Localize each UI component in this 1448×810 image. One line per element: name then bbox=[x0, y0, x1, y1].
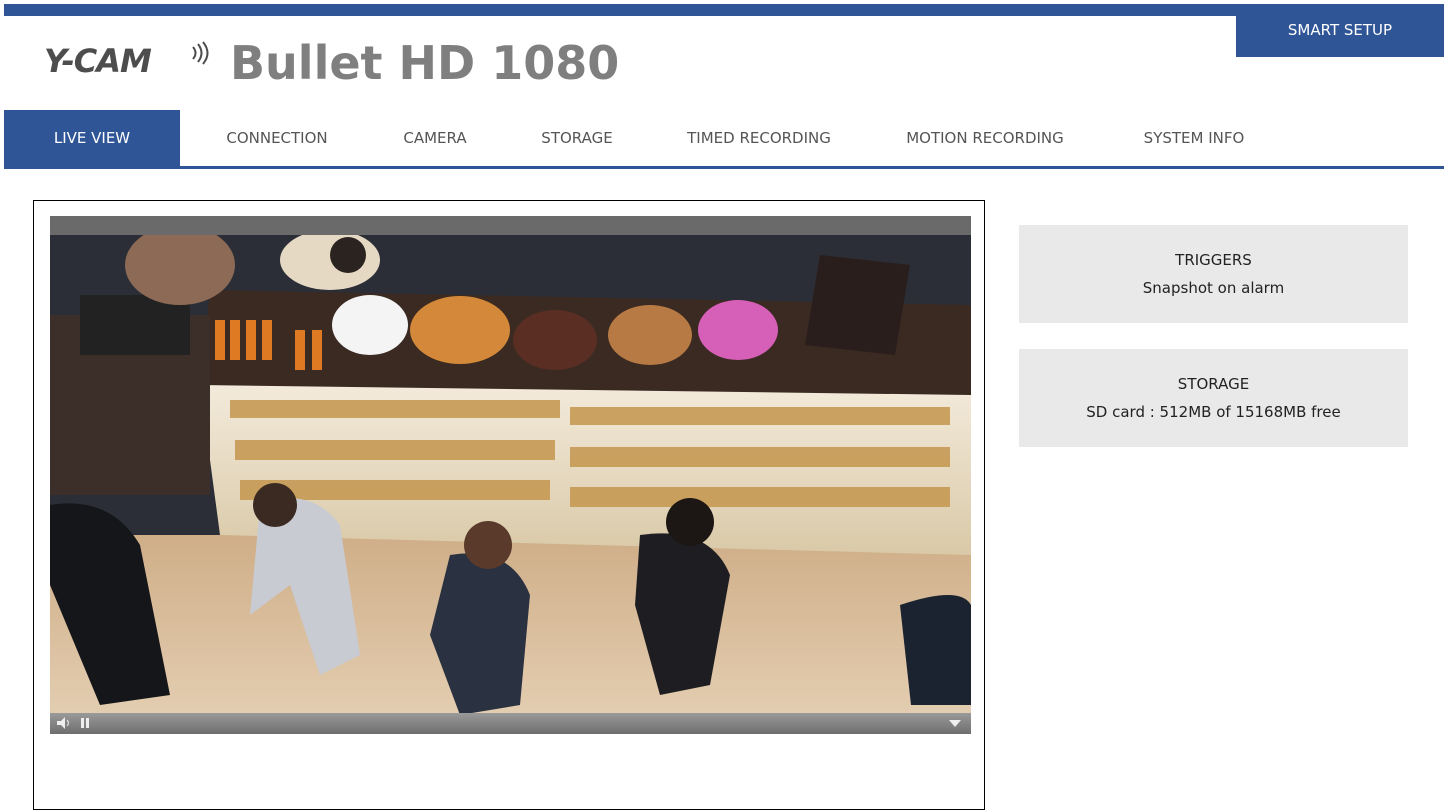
storage-panel: STORAGE SD card : 512MB of 15168MB free bbox=[1019, 349, 1408, 447]
storage-title: STORAGE bbox=[1177, 375, 1250, 393]
menu-arrow-icon[interactable] bbox=[948, 715, 962, 731]
smart-setup-button[interactable]: SMART SETUP bbox=[1236, 4, 1444, 57]
camera-feed-image bbox=[50, 235, 971, 713]
volume-icon[interactable] bbox=[56, 715, 72, 731]
tab-storage[interactable]: STORAGE bbox=[524, 110, 630, 166]
player-controls bbox=[50, 713, 971, 734]
triggers-value: Snapshot on alarm bbox=[1142, 279, 1285, 297]
top-accent-bar bbox=[4, 4, 1444, 16]
tab-system-info[interactable]: SYSTEM INFO bbox=[1124, 110, 1264, 166]
wireless-waves-icon bbox=[192, 41, 209, 65]
page-title: Bullet HD 1080 bbox=[230, 36, 620, 90]
tab-live-view[interactable]: LIVE VIEW bbox=[4, 110, 180, 166]
nav-underline bbox=[4, 166, 1444, 169]
pause-icon[interactable] bbox=[80, 715, 90, 731]
triggers-panel: TRIGGERS Snapshot on alarm bbox=[1019, 225, 1408, 323]
tab-timed-recording[interactable]: TIMED RECORDING bbox=[674, 110, 844, 166]
tab-motion-recording[interactable]: MOTION RECORDING bbox=[890, 110, 1080, 166]
player-top-bar bbox=[50, 216, 971, 235]
storage-value: SD card : 512MB of 15168MB free bbox=[1086, 403, 1341, 421]
main-nav: LIVE VIEW CONNECTION CAMERA STORAGE TIME… bbox=[4, 110, 1444, 166]
live-view-frame bbox=[33, 200, 985, 810]
brand-logo: Y-CAM bbox=[44, 42, 152, 80]
tab-camera[interactable]: CAMERA bbox=[384, 110, 486, 166]
video-player[interactable] bbox=[50, 216, 971, 734]
tab-connection[interactable]: CONNECTION bbox=[204, 110, 350, 166]
triggers-title: TRIGGERS bbox=[1175, 251, 1252, 269]
